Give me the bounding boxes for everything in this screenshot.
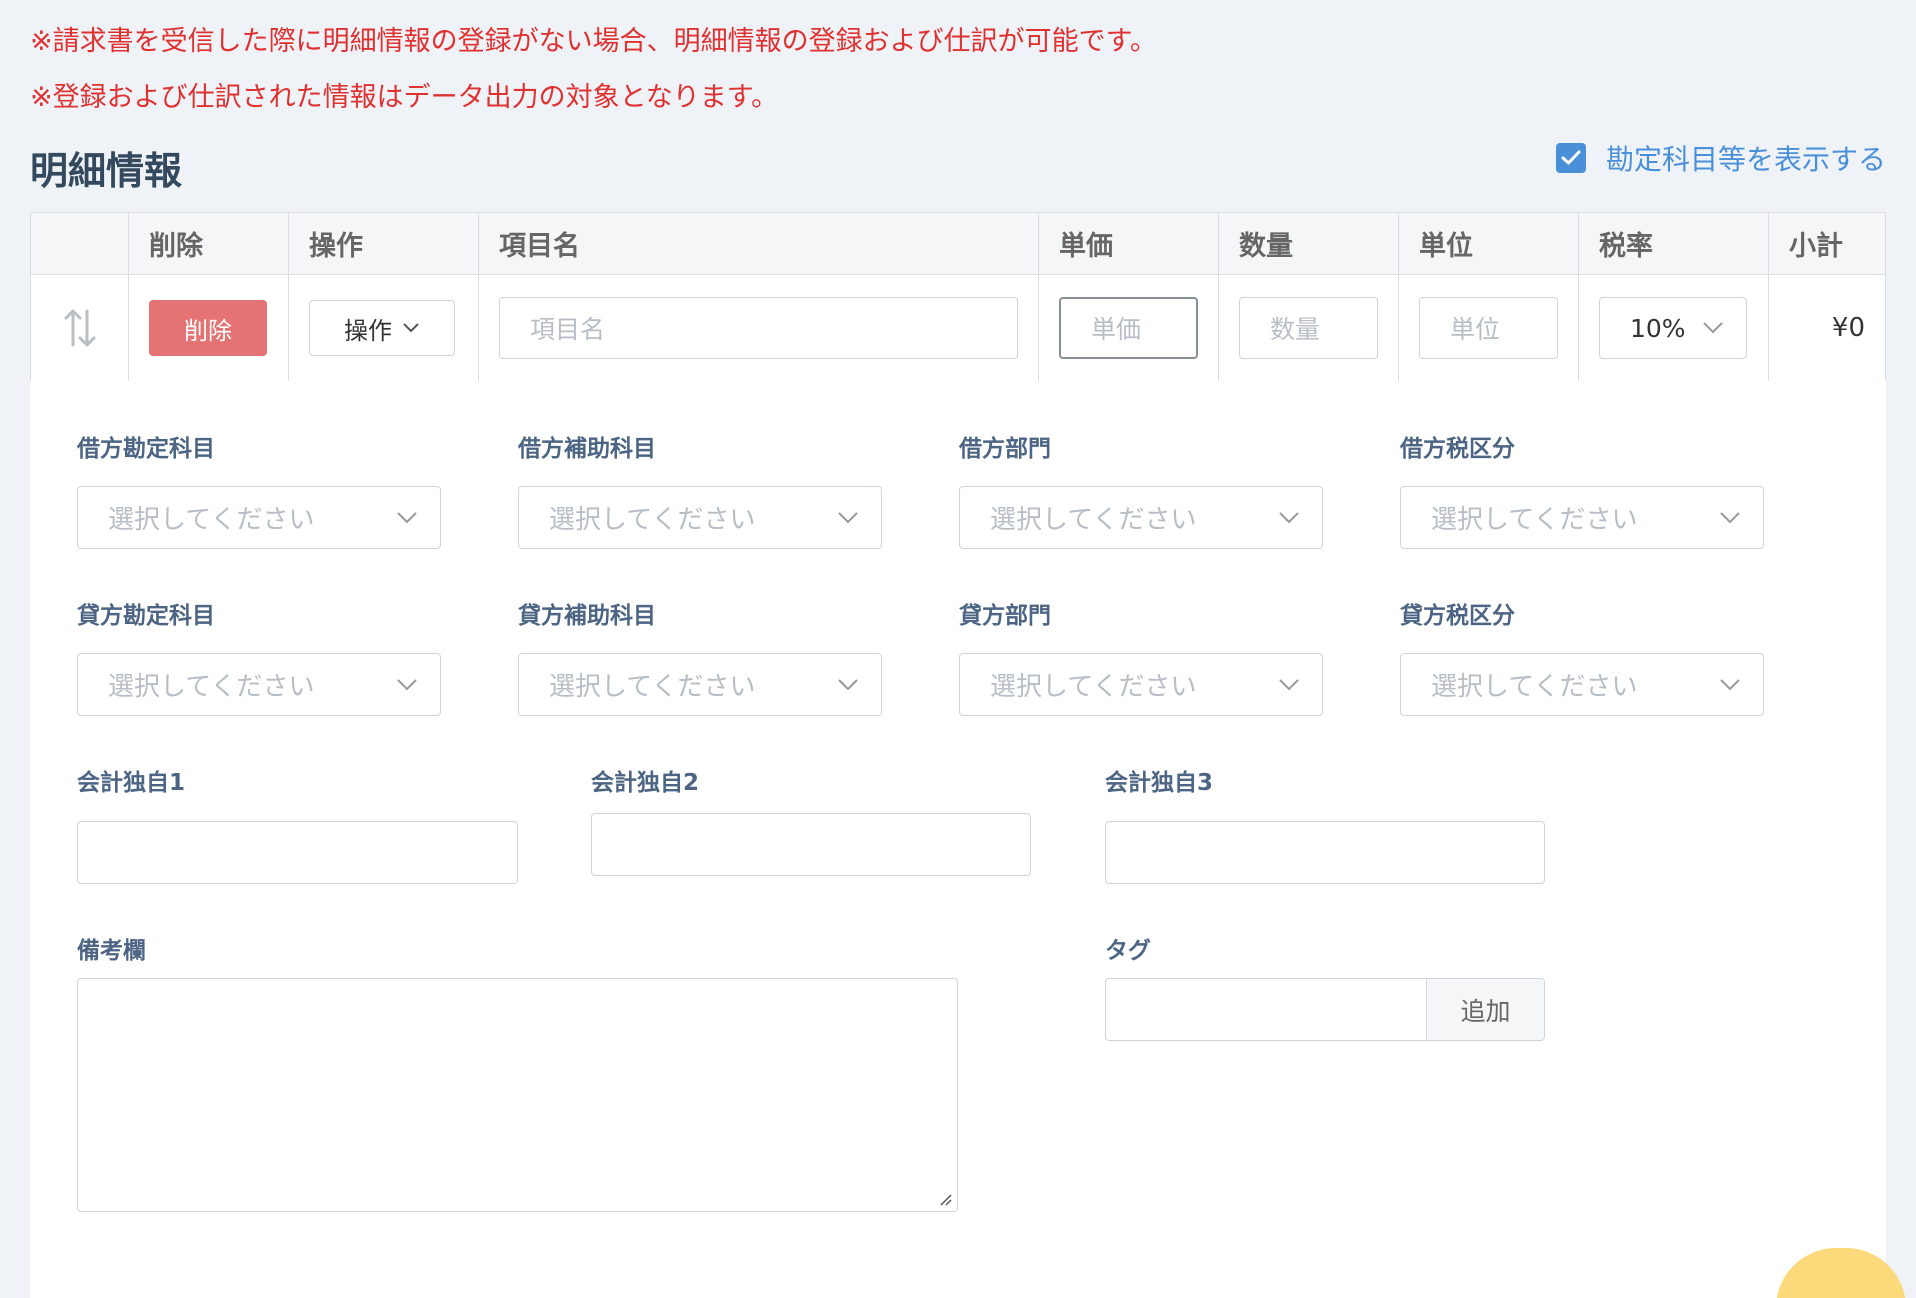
unit-cell: 単位: [1399, 275, 1579, 381]
sort-arrows-icon: [64, 309, 95, 347]
remarks-label: 備考欄: [77, 938, 146, 964]
credit-account-label: 貸方勘定科目: [77, 603, 215, 629]
resize-grip-icon[interactable]: [937, 1191, 953, 1207]
credit-department-label: 貸方部門: [959, 603, 1051, 629]
credit-sub-account-label: 貸方補助科目: [518, 603, 656, 629]
tag-input-group: 追加: [1105, 978, 1545, 1041]
notice-line-2: ※登録および仕訳された情報はデータ出力の対象となります。: [30, 82, 779, 113]
debit-tax-placeholder: 選択してください: [1431, 505, 1638, 535]
credit-department-placeholder: 選択してください: [990, 672, 1197, 702]
header-unit: 単位: [1399, 213, 1579, 274]
check-icon: [1561, 150, 1581, 165]
delete-button[interactable]: 削除: [149, 300, 267, 356]
chevron-down-icon: [1720, 511, 1740, 523]
subtotal-cell: ¥0: [1769, 275, 1885, 381]
custom2-label: 会計独自2: [591, 770, 700, 796]
table-row: 削除 操作 項目名 単価 数量 単位 10% ¥0: [31, 275, 1885, 381]
debit-sub-account-select[interactable]: 選択してください: [518, 486, 882, 549]
chevron-down-icon: [397, 678, 417, 690]
debit-sub-account-label: 借方補助科目: [518, 436, 656, 462]
tax-rate-select[interactable]: 10%: [1599, 297, 1747, 359]
show-accounts-toggle[interactable]: 勘定科目等を表示する: [1555, 138, 1886, 178]
credit-account-select[interactable]: 選択してください: [77, 653, 441, 716]
debit-department-select[interactable]: 選択してください: [959, 486, 1323, 549]
credit-tax-placeholder: 選択してください: [1431, 672, 1638, 702]
operation-cell: 操作: [289, 275, 479, 381]
chevron-down-icon: [1720, 678, 1740, 690]
credit-sub-account-placeholder: 選択してください: [549, 672, 756, 702]
header-drag: [31, 213, 129, 274]
credit-sub-account-select[interactable]: 選択してください: [518, 653, 882, 716]
line-items-table: 削除 操作 項目名 単価 数量 単位 税率 小計 削除 操作 項目名 単価 数量…: [30, 212, 1886, 382]
operation-label: 操作: [344, 316, 392, 345]
debit-tax-select[interactable]: 選択してください: [1400, 486, 1764, 549]
header-quantity: 数量: [1219, 213, 1399, 274]
credit-department-select[interactable]: 選択してください: [959, 653, 1323, 716]
debit-account-select[interactable]: 選択してください: [77, 486, 441, 549]
unit-price-input[interactable]: 単価: [1059, 297, 1198, 359]
chevron-down-icon: [397, 511, 417, 523]
quantity-cell: 数量: [1219, 275, 1399, 381]
unit-input[interactable]: 単位: [1419, 297, 1558, 359]
custom3-label: 会計独自3: [1105, 770, 1214, 796]
header-operation: 操作: [289, 213, 479, 274]
item-name-cell: 項目名: [479, 275, 1039, 381]
custom3-input[interactable]: [1105, 821, 1545, 884]
chevron-down-icon: [403, 323, 419, 333]
chevron-down-icon: [1279, 511, 1299, 523]
show-accounts-label: 勘定科目等を表示する: [1605, 143, 1886, 176]
drag-handle[interactable]: [31, 275, 129, 381]
show-accounts-checkbox[interactable]: [1555, 143, 1586, 173]
tax-rate-value: 10%: [1630, 313, 1686, 343]
tax-rate-cell: 10%: [1579, 275, 1769, 381]
table-header: 削除 操作 項目名 単価 数量 単位 税率 小計: [31, 213, 1885, 275]
quantity-input[interactable]: 数量: [1239, 297, 1378, 359]
delete-cell: 削除: [129, 275, 289, 381]
header-tax-rate: 税率: [1579, 213, 1769, 274]
accounting-details-panel: 借方勘定科目 借方補助科目 借方部門 借方税区分 選択してください 選択してくだ…: [30, 381, 1906, 1298]
credit-account-placeholder: 選択してください: [108, 672, 315, 702]
help-widget-icon[interactable]: [1776, 1248, 1906, 1298]
credit-tax-select[interactable]: 選択してください: [1400, 653, 1764, 716]
item-name-input[interactable]: 項目名: [499, 297, 1018, 359]
tag-add-button[interactable]: 追加: [1426, 979, 1544, 1040]
debit-department-label: 借方部門: [959, 436, 1051, 462]
credit-tax-label: 貸方税区分: [1400, 603, 1515, 629]
debit-account-placeholder: 選択してください: [108, 505, 315, 535]
debit-account-label: 借方勘定科目: [77, 436, 215, 462]
tag-label: タグ: [1105, 938, 1151, 964]
notice-line-1: ※請求書を受信した際に明細情報の登録がない場合、明細情報の登録および仕訳が可能で…: [30, 26, 1157, 57]
debit-sub-account-placeholder: 選択してください: [549, 505, 756, 535]
unit-price-cell: 単価: [1039, 275, 1219, 381]
chevron-down-icon: [838, 678, 858, 690]
chevron-down-icon: [838, 511, 858, 523]
header-delete: 削除: [129, 213, 289, 274]
remarks-textarea[interactable]: [77, 978, 958, 1212]
operation-dropdown-button[interactable]: 操作: [309, 300, 455, 356]
header-unit-price: 単価: [1039, 213, 1219, 274]
debit-tax-label: 借方税区分: [1400, 436, 1515, 462]
chevron-down-icon: [1279, 678, 1299, 690]
custom2-input[interactable]: [591, 813, 1031, 876]
subtotal-value: ¥0: [1831, 313, 1865, 343]
chevron-down-icon: [1703, 322, 1723, 334]
tag-input[interactable]: [1106, 979, 1426, 1040]
custom1-label: 会計独自1: [77, 770, 186, 796]
section-title: 明細情報: [30, 149, 183, 193]
header-item-name: 項目名: [479, 213, 1039, 274]
header-subtotal: 小計: [1789, 231, 1843, 262]
debit-department-placeholder: 選択してください: [990, 505, 1197, 535]
custom1-input[interactable]: [77, 821, 518, 884]
